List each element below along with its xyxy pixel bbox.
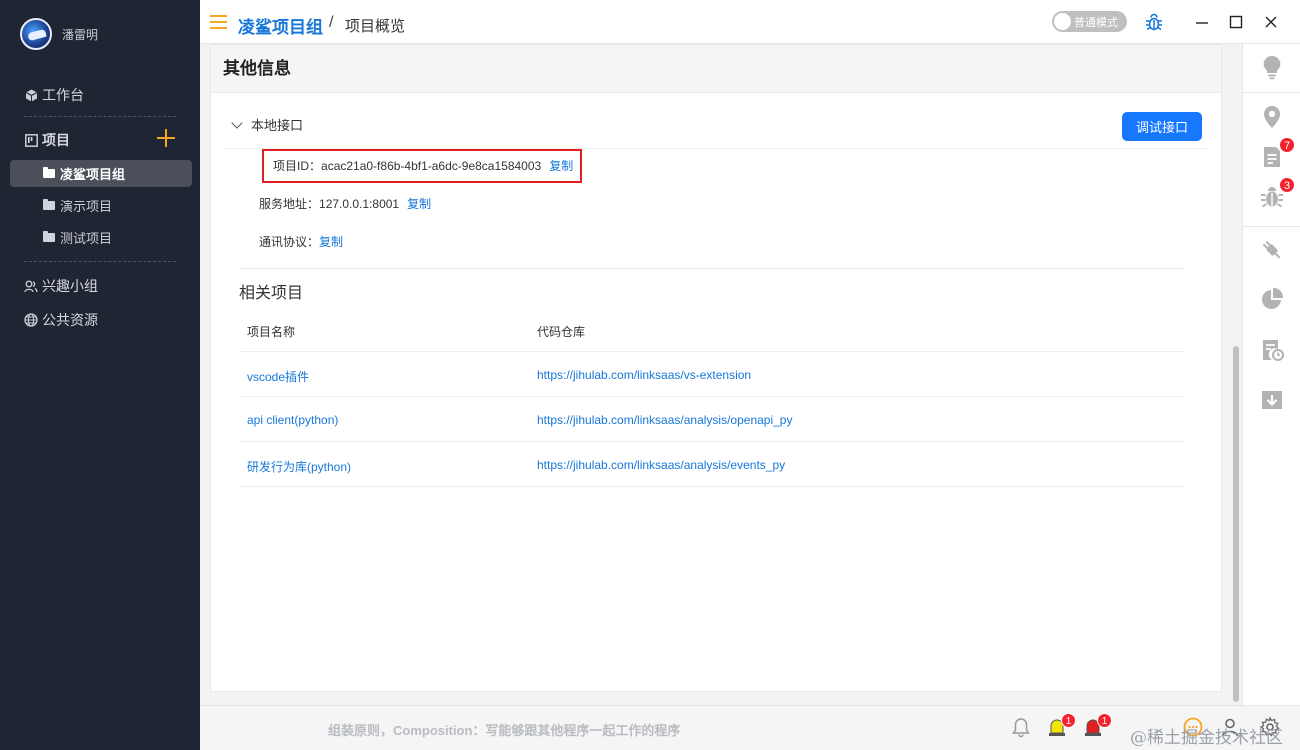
siren-icon[interactable]: 1: [1082, 713, 1112, 738]
siren-badge: 1: [1097, 713, 1112, 728]
location-pin-icon[interactable]: [1259, 104, 1285, 130]
table-row: vscode插件 https://jihulab.com/linksaas/vs…: [239, 352, 1185, 397]
project-id-label: 项目ID：: [273, 159, 322, 173]
bug-icon[interactable]: 3: [1259, 177, 1295, 210]
toolbar-divider: [1243, 92, 1300, 93]
mode-toggle[interactable]: 普通模式: [1052, 11, 1127, 32]
project-board-icon: [24, 133, 38, 147]
alarm-icon[interactable]: 1: [1046, 713, 1076, 738]
sidebar-item-project[interactable]: 测试项目: [10, 224, 192, 251]
group-icon: [24, 279, 38, 293]
service-addr-row: 服务地址： 127.0.0.1:8001 复制: [259, 195, 431, 212]
repo-link[interactable]: https://jihulab.com/linksaas/vs-extensio…: [537, 368, 751, 382]
top-header: 凌鲨项目组 / 项目概览 普通模式: [200, 0, 1300, 44]
folder-icon: [43, 231, 55, 242]
docs-badge: 7: [1279, 137, 1295, 153]
mode-toggle-label: 普通模式: [1074, 17, 1118, 29]
avatar[interactable]: [20, 18, 52, 50]
debug-api-button[interactable]: 调试接口: [1122, 112, 1202, 141]
nav-public-resources-label: 公共资源: [42, 312, 98, 328]
folder-icon: [43, 199, 55, 210]
panel-title: 其他信息: [223, 59, 291, 78]
cube-icon: [24, 88, 38, 102]
alarm-badge: 1: [1061, 713, 1076, 728]
other-info-panel: 其他信息 本地接口 调试接口 项目ID： acac21a0-f86b-4bf1-…: [210, 44, 1222, 692]
maximize-button[interactable]: [1224, 10, 1248, 34]
project-id-row: 项目ID： acac21a0-f86b-4bf1-a6dc-9e8ca15840…: [273, 157, 573, 174]
nav-public-resources[interactable]: 公共资源: [24, 310, 98, 330]
watermark-text: @稀土掘金技术社区: [1130, 728, 1283, 748]
copy-service-addr-link[interactable]: 复制: [407, 195, 431, 212]
repo-link[interactable]: https://jihulab.com/linksaas/analysis/op…: [537, 413, 792, 427]
nav-interest-group[interactable]: 兴趣小组: [24, 276, 98, 296]
copy-protocol-link[interactable]: 复制: [319, 233, 343, 250]
breadcrumb-current: 项目概览: [345, 18, 406, 35]
close-button[interactable]: [1259, 10, 1283, 34]
sidebar: 潘雷明 工作台 项目 凌鲨项目组 演示项目 测试项目 兴趣小组 公共资源: [0, 0, 200, 750]
protocol-row: 通讯协议： 复制: [259, 233, 343, 250]
related-projects-title: 相关项目: [239, 285, 304, 302]
project-name-link[interactable]: vscode插件: [247, 368, 309, 385]
nav-workbench-label: 工作台: [42, 87, 84, 103]
folder-icon: [43, 167, 55, 178]
section-divider: [239, 268, 1185, 269]
local-api-collapse[interactable]: 本地接口: [231, 115, 304, 134]
sidebar-item-project[interactable]: 凌鲨项目组: [10, 160, 192, 187]
debug-bug-icon[interactable]: [1145, 12, 1163, 32]
table-row: api client(python) https://jihulab.com/l…: [239, 397, 1185, 442]
panel-header: 其他信息: [211, 45, 1221, 93]
plug-icon[interactable]: [1259, 237, 1285, 263]
sidebar-item-project[interactable]: 演示项目: [10, 192, 192, 219]
local-api-label: 本地接口: [251, 118, 304, 133]
repo-link[interactable]: https://jihulab.com/linksaas/analysis/ev…: [537, 458, 785, 472]
document-list-icon[interactable]: 7: [1259, 137, 1295, 170]
table-header: 项目名称 代码仓库: [239, 311, 1185, 352]
user-profile[interactable]: 潘雷明: [20, 18, 98, 50]
project-label: 演示项目: [60, 199, 113, 214]
copy-project-id-link[interactable]: 复制: [549, 157, 573, 174]
download-box-icon[interactable]: [1259, 387, 1285, 413]
project-label: 凌鲨项目组: [60, 167, 126, 182]
service-addr-value: 127.0.0.1:8001: [319, 196, 400, 211]
globe-icon: [24, 313, 38, 327]
column-header-repo: 代码仓库: [537, 325, 586, 339]
toggle-knob: [1054, 13, 1071, 30]
project-id-value: acac21a0-f86b-4bf1-a6dc-9e8ca1584003: [321, 158, 542, 173]
add-project-button[interactable]: [157, 129, 175, 147]
pie-chart-icon[interactable]: [1259, 286, 1285, 312]
nav-interest-group-label: 兴趣小组: [42, 278, 98, 294]
list-clock-icon[interactable]: [1259, 337, 1285, 363]
project-name-link[interactable]: api client(python): [247, 413, 338, 427]
nav-projects[interactable]: 项目: [24, 130, 70, 150]
bell-icon[interactable]: [1010, 716, 1032, 738]
chevron-down-icon: [231, 116, 243, 129]
motto-text: 组装原则，Composition：写能够跟其他程序一起工作的程序: [328, 723, 681, 738]
toolbar-divider: [1243, 226, 1300, 227]
scrollbar-thumb[interactable]: [1233, 346, 1239, 702]
service-addr-label: 服务地址：: [259, 197, 320, 211]
sidebar-divider: [24, 261, 176, 262]
project-name-link[interactable]: 研发行为库(python): [247, 458, 351, 475]
breadcrumb-separator: /: [329, 14, 334, 31]
column-header-name: 项目名称: [247, 325, 296, 339]
user-name: 潘雷明: [62, 27, 99, 42]
minimize-button[interactable]: [1190, 10, 1214, 34]
scrollbar-track[interactable]: [1230, 44, 1242, 705]
sidebar-divider: [24, 116, 176, 117]
nav-workbench[interactable]: 工作台: [24, 85, 84, 105]
breadcrumb-project-group[interactable]: 凌鲨项目组: [238, 13, 323, 38]
right-toolbar: 7 3: [1242, 44, 1300, 705]
project-label: 测试项目: [60, 231, 113, 246]
nav-projects-label: 项目: [42, 132, 70, 148]
menu-icon[interactable]: [210, 15, 227, 29]
protocol-label: 通讯协议：: [259, 235, 320, 249]
status-bar: 组装原则，Composition：写能够跟其他程序一起工作的程序 1 1 @稀土…: [200, 705, 1300, 750]
idea-bulb-icon[interactable]: [1259, 54, 1285, 80]
bugs-badge: 3: [1279, 177, 1295, 193]
table-row: 研发行为库(python) https://jihulab.com/linksa…: [239, 442, 1185, 487]
